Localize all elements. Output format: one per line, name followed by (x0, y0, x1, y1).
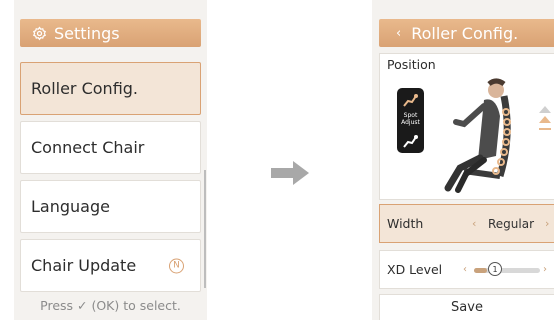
spot-adjust-card[interactable]: Spot Adjust (397, 88, 424, 153)
settings-panel: Settings Roller Config. Connect Chair La… (14, 0, 207, 320)
xd-level-prev-chevron-icon[interactable]: ‹ (463, 264, 467, 275)
right-arrow-icon (271, 161, 309, 189)
width-prev-chevron-icon[interactable]: ‹ (472, 217, 476, 230)
up-down-arrows-icon[interactable] (538, 106, 552, 136)
spot-adjust-up-icon (403, 94, 418, 107)
menu-item-language[interactable]: Language (20, 180, 201, 233)
menu-item-roller-config[interactable]: Roller Config. (20, 62, 201, 115)
massage-chair-illustration (444, 78, 511, 193)
roller-config-panel: ‹ Roller Config. Position Spot Adjust Wi… (372, 0, 554, 320)
menu-item-chair-update[interactable]: Chair Update N (20, 239, 201, 292)
scrollbar[interactable] (204, 170, 206, 288)
gear-icon (32, 26, 47, 41)
xd-level-row[interactable]: XD Level ‹ 1 › (379, 250, 554, 289)
menu-item-label: Roller Config. (31, 79, 139, 98)
roller-config-title: Roller Config. (411, 23, 519, 43)
menu-item-label: Chair Update (31, 256, 137, 275)
width-label: Width (387, 216, 424, 231)
spot-adjust-down-icon (403, 135, 418, 148)
spot-adjust-text: Spot Adjust (401, 112, 420, 126)
menu-item-label: Language (31, 197, 110, 216)
width-next-chevron-icon[interactable]: › (545, 217, 549, 230)
xd-level-label: XD Level (387, 262, 443, 277)
roller-config-header: ‹ Roller Config. (379, 19, 554, 47)
save-label: Save (451, 300, 483, 315)
back-chevron-icon[interactable]: ‹ (396, 26, 401, 41)
xd-level-next-chevron-icon[interactable]: › (543, 264, 547, 275)
menu-item-connect-chair[interactable]: Connect Chair (20, 121, 201, 174)
select-hint: Press ✓ (OK) to select. (40, 298, 181, 313)
new-badge-icon: N (169, 258, 184, 273)
width-value: Regular (488, 216, 535, 231)
settings-title: Settings (54, 23, 120, 43)
xd-level-slider-fill (474, 268, 488, 273)
menu-item-label: Connect Chair (31, 138, 145, 157)
width-setting-row[interactable]: Width ‹ Regular › (379, 204, 554, 243)
position-section: Position Spot Adjust (379, 53, 554, 200)
xd-level-slider-track[interactable] (474, 268, 540, 273)
save-button[interactable]: Save (379, 294, 554, 320)
settings-header: Settings (20, 19, 201, 47)
xd-level-slider-knob[interactable]: 1 (488, 262, 502, 276)
position-label: Position (387, 57, 436, 72)
